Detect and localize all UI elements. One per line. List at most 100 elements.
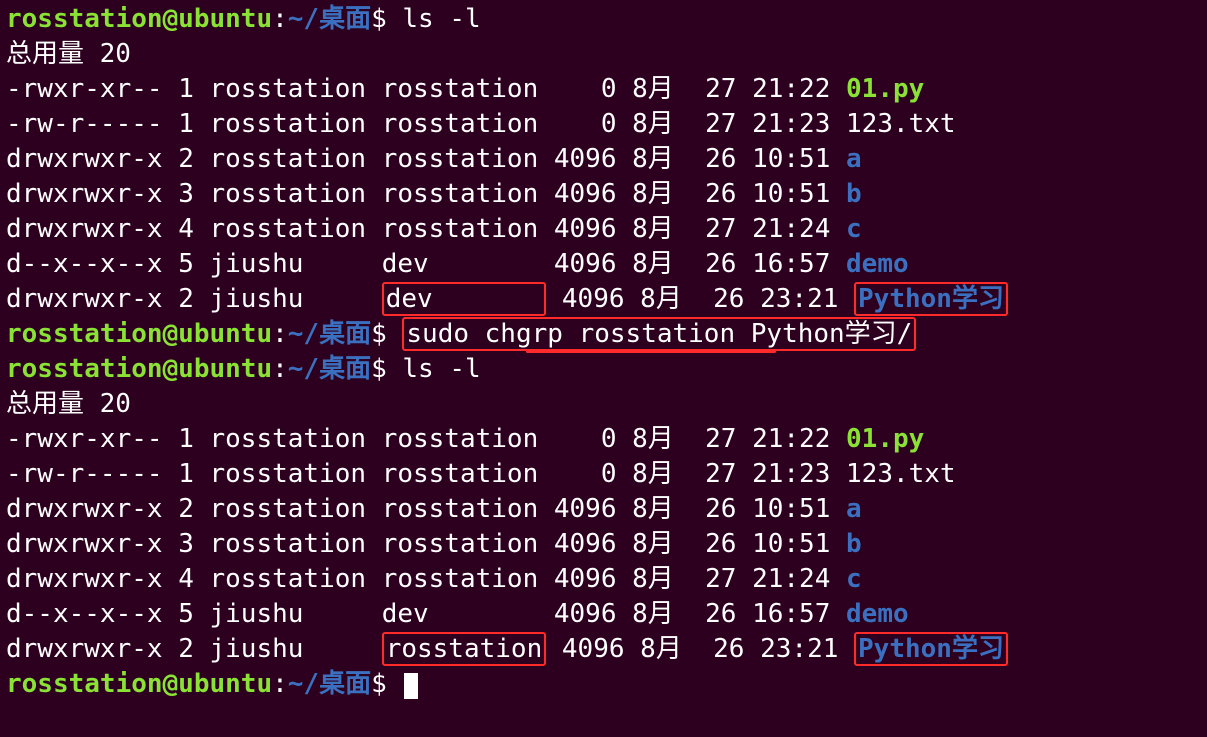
ls-owner: rosstation	[210, 424, 382, 454]
ls-links: 1	[178, 459, 209, 489]
ls-filename: 01.py	[846, 74, 924, 104]
ls-day: 27	[705, 214, 752, 244]
ls-month: 8月	[632, 459, 705, 489]
ls-owner: jiushu	[210, 249, 382, 279]
ls-day: 26	[705, 249, 752, 279]
ls-size: 4096	[554, 214, 632, 244]
prompt-path: ~/桌面	[288, 319, 371, 349]
ls-filename: 123.txt	[846, 459, 956, 489]
ls-month: 8月	[632, 599, 705, 629]
ls-row: drwxrwxr-x 2 rosstation rosstation 4096 …	[6, 142, 1201, 177]
ls-day: 26	[705, 599, 752, 629]
ls-size: 4096	[554, 529, 632, 559]
command: sudo chgrp rosstation Python学习/	[402, 317, 916, 351]
ls-time: 21:23	[752, 109, 846, 139]
ls-group: rosstation	[382, 109, 554, 139]
ls-filename: Python学习	[854, 282, 1008, 316]
ls-time: 21:22	[752, 424, 846, 454]
ls-group: dev	[382, 282, 547, 316]
ls-month: 8月	[632, 424, 705, 454]
ls-size: 4096	[562, 284, 640, 314]
ls-links: 5	[178, 249, 209, 279]
ls-time: 10:51	[752, 179, 846, 209]
ls-perm: drwxrwxr-x	[6, 529, 178, 559]
ls-links: 4	[178, 564, 209, 594]
ls-row: -rw-r----- 1 rosstation rosstation 0 8月 …	[6, 457, 1201, 492]
ls-links: 2	[178, 494, 209, 524]
ls-time: 21:24	[752, 564, 846, 594]
ls-time: 10:51	[752, 144, 846, 174]
ls-day: 26	[713, 284, 760, 314]
terminal[interactable]: rosstation@ubuntu:~/桌面$ ls -l总用量 20-rwxr…	[0, 0, 1207, 704]
ls-total-text: 总用量 20	[6, 389, 131, 419]
prompt-path: ~/桌面	[288, 354, 371, 384]
ls-links: 3	[178, 179, 209, 209]
ls-time: 21:23	[752, 459, 846, 489]
ls-row: drwxrwxr-x 2 jiushu rosstation 4096 8月 2…	[6, 632, 1201, 667]
ls-row: drwxrwxr-x 3 rosstation rosstation 4096 …	[6, 177, 1201, 212]
ls-group: rosstation	[382, 424, 554, 454]
prompt-line: rosstation@ubuntu:~/桌面$ ls -l	[6, 352, 1201, 387]
ls-row: d--x--x--x 5 jiushu dev 4096 8月 26 16:57…	[6, 597, 1201, 632]
ls-filename: a	[846, 494, 862, 524]
ls-owner: rosstation	[210, 144, 382, 174]
ls-owner: rosstation	[210, 214, 382, 244]
ls-perm: drwxrwxr-x	[6, 179, 178, 209]
ls-row: d--x--x--x 5 jiushu dev 4096 8月 26 16:57…	[6, 247, 1201, 282]
ls-owner: jiushu	[210, 284, 382, 314]
ls-group: dev	[382, 599, 554, 629]
ls-perm: drwxrwxr-x	[6, 634, 178, 664]
ls-filename: b	[846, 529, 862, 559]
ls-owner: rosstation	[210, 564, 382, 594]
ls-group: rosstation	[382, 494, 554, 524]
ls-links: 3	[178, 529, 209, 559]
ls-time: 16:57	[752, 599, 846, 629]
prompt-user: rosstation@ubuntu	[6, 354, 272, 384]
ls-links: 1	[178, 424, 209, 454]
ls-filename: 01.py	[846, 424, 924, 454]
ls-owner: rosstation	[210, 179, 382, 209]
ls-row: drwxrwxr-x 4 rosstation rosstation 4096 …	[6, 212, 1201, 247]
ls-month: 8月	[632, 564, 705, 594]
ls-links: 4	[178, 214, 209, 244]
ls-month: 8月	[640, 284, 713, 314]
cursor	[404, 673, 418, 699]
prompt-dollar: $	[371, 669, 402, 699]
prompt-user: rosstation@ubuntu	[6, 319, 272, 349]
prompt-sep: :	[272, 319, 288, 349]
ls-total-text: 总用量 20	[6, 39, 131, 69]
ls-perm: drwxrwxr-x	[6, 144, 178, 174]
ls-day: 26	[705, 144, 752, 174]
ls-size: 0	[554, 109, 632, 139]
ls-size: 4096	[554, 564, 632, 594]
ls-size: 4096	[554, 249, 632, 279]
prompt-dollar: $	[371, 354, 402, 384]
command: ls -l	[402, 4, 480, 34]
ls-group: rosstation	[382, 529, 554, 559]
ls-filename: 123.txt	[846, 109, 956, 139]
prompt-line: rosstation@ubuntu:~/桌面$ sudo chgrp rosst…	[6, 317, 1201, 352]
ls-month: 8月	[632, 494, 705, 524]
ls-group: rosstation	[382, 214, 554, 244]
ls-month: 8月	[632, 179, 705, 209]
prompt-sep: :	[272, 354, 288, 384]
prompt-sep: :	[272, 4, 288, 34]
ls-perm: drwxrwxr-x	[6, 214, 178, 244]
ls-filename: demo	[846, 249, 909, 279]
ls-owner: rosstation	[210, 109, 382, 139]
ls-group: rosstation	[382, 179, 554, 209]
ls-day: 26	[705, 179, 752, 209]
ls-month: 8月	[640, 634, 713, 664]
ls-day: 27	[705, 564, 752, 594]
ls-month: 8月	[632, 214, 705, 244]
ls-filename: demo	[846, 599, 909, 629]
ls-row: drwxrwxr-x 2 jiushu dev 4096 8月 26 23:21…	[6, 282, 1201, 317]
ls-day: 27	[705, 459, 752, 489]
prompt-sep: :	[272, 669, 288, 699]
ls-perm: -rwxr-xr--	[6, 74, 178, 104]
ls-time: 16:57	[752, 249, 846, 279]
ls-owner: rosstation	[210, 459, 382, 489]
ls-links: 5	[178, 599, 209, 629]
ls-perm: drwxrwxr-x	[6, 494, 178, 524]
ls-size: 0	[554, 459, 632, 489]
